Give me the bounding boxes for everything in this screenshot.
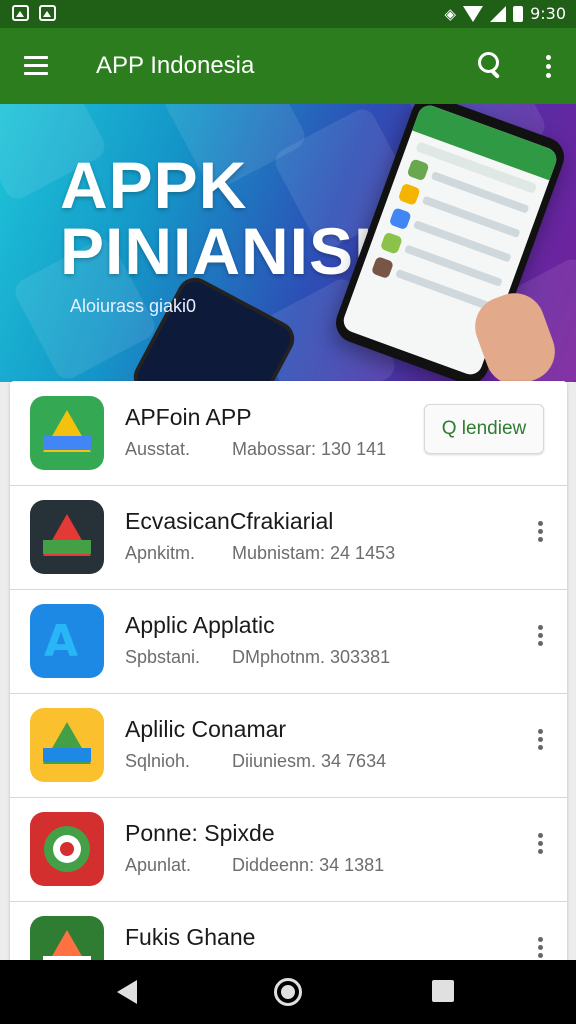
status-bar: ◈ 9:30 (0, 0, 576, 28)
wifi-icon (463, 5, 484, 22)
banner-title-line1: APPK (60, 148, 248, 222)
more-options-icon[interactable] (536, 833, 544, 859)
promo-banner[interactable]: APPK PINIANISI Aloiurass giaki0 (0, 104, 576, 382)
more-options-icon[interactable] (536, 625, 544, 651)
drive-icon (30, 396, 104, 470)
system-icons: ◈ 9:30 (445, 4, 566, 23)
app-bar: APP Indonesia (0, 28, 576, 104)
app-title: Aplilic Conamar (125, 716, 287, 742)
app-title: EcvasicanCfrakiarial (125, 508, 334, 534)
install-button-label: Q lendiew (441, 418, 527, 439)
app-title: APFoin APP (125, 404, 252, 430)
more-options-icon[interactable] (536, 521, 544, 547)
photo-notification-icon (39, 5, 56, 21)
page-title: APP Indonesia (96, 52, 255, 79)
a-logo-icon: A (30, 604, 104, 678)
app-developer: Apnkitm. (125, 543, 196, 563)
drive-icon (30, 500, 104, 574)
app-developer: Ausstat. (125, 439, 191, 459)
install-button[interactable]: Q lendiew (424, 404, 544, 454)
banner-title: APPK PINIANISI (60, 152, 373, 284)
app-downloads: DMphotnm. 303381 (232, 647, 391, 667)
app-developer: Apunlat. (125, 855, 192, 875)
app-downloads: Diddeenn: 34 1381 (232, 855, 385, 875)
app-developer: Spbstani. (125, 647, 201, 667)
drive-icon (30, 708, 104, 782)
list-item[interactable]: A Applic Applatic Spbstani. DMphotnm. 30… (10, 589, 567, 694)
back-icon[interactable] (117, 980, 137, 1004)
list-item[interactable]: Ponne: Spixde Apunlat. Diddeenn: 34 1381 (10, 797, 567, 902)
list-item[interactable]: Aplilic Conamar Sqlnioh. Diiuniesm. 34 7… (10, 693, 567, 798)
hamburger-menu-icon[interactable] (24, 56, 48, 76)
more-options-icon[interactable] (536, 729, 544, 755)
app-title: Ponne: Spixde (125, 820, 275, 846)
navigation-bar (0, 960, 576, 1024)
notification-icons (12, 5, 56, 21)
banner-title-line2: PINIANISI (60, 214, 374, 288)
app-downloads: Mabossar: 130 141 (232, 439, 387, 459)
clock: 9:30 (530, 4, 566, 23)
recent-apps-icon[interactable] (432, 980, 454, 1002)
banner-subtitle: Aloiurass giaki0 (70, 296, 197, 316)
signal-icon (490, 5, 507, 22)
app-title: Fukis Ghane (125, 924, 256, 950)
list-item[interactable]: APFoin APP Ausstat. Mabossar: 130 141 Q … (10, 381, 567, 486)
app-downloads: Mubnistam: 24 1453 (232, 543, 396, 563)
app-downloads: Diiuniesm. 34 7634 (232, 751, 387, 771)
nfc-icon: ◈ (444, 5, 457, 23)
overflow-menu-icon[interactable] (544, 55, 552, 79)
app-title: Applic Applatic (125, 612, 275, 638)
app-developer: Sqlnioh. (125, 751, 191, 771)
app-list: APFoin APP Ausstat. Mabossar: 130 141 Q … (10, 381, 567, 971)
home-icon[interactable] (274, 978, 302, 1006)
target-icon (30, 812, 104, 886)
image-notification-icon (12, 5, 29, 21)
battery-icon (513, 5, 524, 22)
search-icon[interactable] (478, 52, 506, 80)
list-item[interactable]: EcvasicanCfrakiarial Apnkitm. Mubnistam:… (10, 485, 567, 590)
